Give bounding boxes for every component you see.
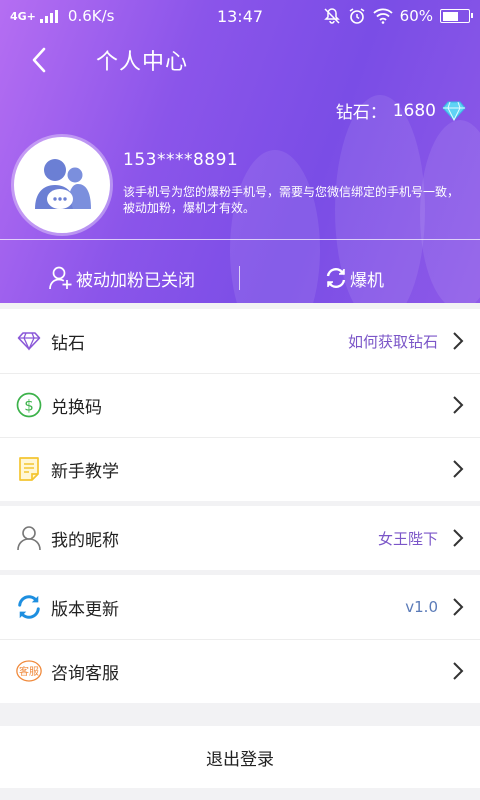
chevron-right-icon xyxy=(453,460,464,478)
diamond-balance: 钻石： 1680 xyxy=(336,98,466,123)
menu-item-tutorial[interactable]: 新手教学 xyxy=(0,437,480,501)
diamond-label: 钻石： xyxy=(335,103,387,123)
passive-add-status: 被动加粉已关闭 xyxy=(76,270,195,291)
bg-decoration xyxy=(230,150,320,303)
menu-group-3: 版本更新 v1.0 客服 咨询客服 xyxy=(0,575,480,703)
profile-header: 4G+ 0.6K/s 13:47 60% 个人中心 钻石： 1680 153**… xyxy=(0,0,480,303)
menu-item-version-update[interactable]: 版本更新 v1.0 xyxy=(0,575,480,639)
chevron-right-icon xyxy=(453,332,464,350)
menu-label: 钻石 xyxy=(51,333,85,354)
network-speed: 0.6K/s xyxy=(67,7,115,25)
divider xyxy=(0,239,480,240)
signal-icon xyxy=(39,9,58,23)
battery-percent: 60% xyxy=(399,7,433,25)
diamond-count: 1680 xyxy=(392,100,436,121)
chevron-right-icon xyxy=(453,396,464,414)
boom-button[interactable]: 爆机 xyxy=(324,263,384,293)
version-value: v1.0 xyxy=(405,598,438,616)
user-group-icon xyxy=(35,159,91,209)
user-icon xyxy=(16,525,42,551)
battery-level xyxy=(442,11,458,21)
avatar[interactable] xyxy=(14,137,110,233)
divider xyxy=(239,266,240,290)
chevron-right-icon xyxy=(453,662,464,680)
phone-number: 153****8891 xyxy=(123,150,239,170)
wifi-icon xyxy=(373,8,393,24)
chevron-right-icon xyxy=(453,529,464,547)
status-bar: 4G+ 0.6K/s 13:47 60% xyxy=(0,0,480,32)
menu-group-1: 钻石 如何获取钻石 $ 兑换码 新手教学 xyxy=(0,309,480,501)
boom-label: 爆机 xyxy=(350,270,384,291)
menu-item-nickname[interactable]: 我的昵称 女王陛下 xyxy=(0,506,480,570)
logout-button[interactable]: 退出登录 xyxy=(0,726,480,788)
svg-text:客服: 客服 xyxy=(19,665,39,678)
phone-description: 该手机号为您的爆粉手机号，需要与您微信绑定的手机号一致，被动加粉，爆机才有效。 xyxy=(123,185,460,215)
update-sync-icon xyxy=(16,594,42,620)
nickname-value: 女王陛下 xyxy=(377,529,438,548)
diamond-outline-icon xyxy=(16,328,42,354)
network-type: 4G+ xyxy=(10,9,36,23)
mute-icon xyxy=(323,8,340,24)
logout-label: 退出登录 xyxy=(206,749,274,770)
menu-label: 版本更新 xyxy=(51,599,119,620)
menu-label: 我的昵称 xyxy=(51,530,119,551)
menu-item-redeem-code[interactable]: $ 兑换码 xyxy=(0,373,480,437)
chevron-right-icon xyxy=(453,598,464,616)
diamond-icon xyxy=(442,101,466,121)
menu-item-customer-service[interactable]: 客服 咨询客服 xyxy=(0,639,480,703)
menu-item-diamond[interactable]: 钻石 如何获取钻石 xyxy=(0,309,480,373)
add-user-icon xyxy=(49,266,72,290)
dollar-circle-icon: $ xyxy=(16,392,42,418)
menu-label: 兑换码 xyxy=(51,397,102,418)
back-arrow-icon[interactable] xyxy=(28,46,50,74)
customer-service-icon: 客服 xyxy=(16,658,42,684)
nav-bar: 个人中心 xyxy=(0,32,480,87)
menu-label: 新手教学 xyxy=(51,461,119,482)
menu-group-2: 我的昵称 女王陛下 xyxy=(0,506,480,570)
svg-text:$: $ xyxy=(24,397,34,415)
how-to-get-diamonds-link[interactable]: 如何获取钻石 xyxy=(348,331,438,352)
menu-label: 咨询客服 xyxy=(51,663,119,684)
refresh-icon xyxy=(326,268,346,288)
passive-add-toggle[interactable]: 被动加粉已关闭 xyxy=(48,263,195,293)
page-title: 个人中心 xyxy=(96,50,189,75)
battery-icon xyxy=(440,9,473,23)
notepad-icon xyxy=(16,456,42,482)
alarm-icon xyxy=(349,8,365,24)
